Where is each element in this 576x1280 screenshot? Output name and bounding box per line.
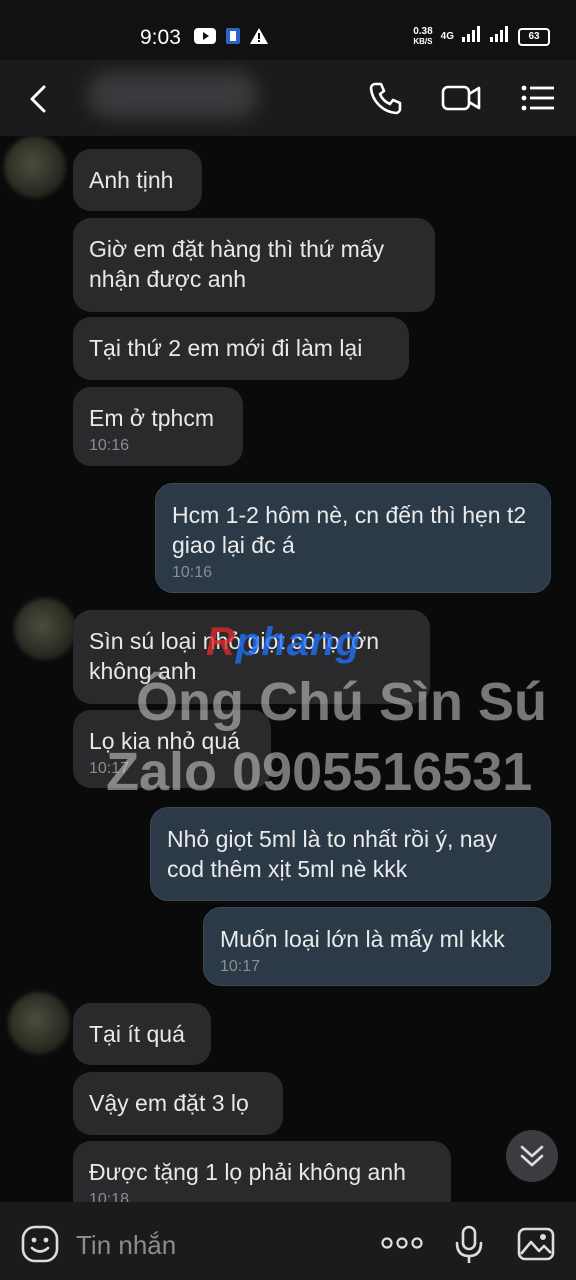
message-timestamp: 10:16 — [89, 437, 130, 454]
status-time: 9:03 — [140, 26, 181, 49]
signal-icon — [462, 26, 482, 47]
message-timestamp: 10:17 — [220, 958, 261, 975]
avatar[interactable] — [14, 598, 76, 660]
net-speed: 0.38 KB/S — [413, 25, 433, 47]
watermark-line-1: Ông Chú Sìn Sú — [136, 672, 547, 732]
message-input-bar — [0, 1202, 576, 1280]
message-bubble-incoming[interactable]: Giờ em đặt hàng thì thứ mấy nhận được an… — [73, 218, 435, 312]
message-bubble-outgoing[interactable]: Muốn loại lớn là mấy ml kkk 10:17 — [203, 907, 551, 986]
watermark-logo: Rphang — [206, 620, 361, 665]
phone-icon[interactable] — [366, 78, 406, 118]
more-dots-icon[interactable] — [380, 1236, 424, 1250]
status-bar: 9:03 0.38 KB/S 4G 63 — [0, 0, 576, 60]
chat-header — [0, 60, 576, 136]
message-timestamp: 10:18 — [89, 1191, 130, 1202]
net-speed-value: 0.38 — [413, 25, 433, 37]
image-icon[interactable] — [516, 1224, 556, 1264]
youtube-icon — [194, 28, 216, 49]
message-bubble-incoming[interactable]: Vậy em đặt 3 lọ — [73, 1072, 283, 1135]
message-bubble-incoming[interactable]: Tại thứ 2 em mới đi làm lại — [73, 317, 409, 380]
message-text: Muốn loại lớn là mấy ml kkk — [220, 926, 505, 952]
message-text: Tại thứ 2 em mới đi làm lại — [89, 335, 363, 361]
video-camera-icon[interactable] — [440, 78, 481, 118]
scroll-to-bottom-button[interactable] — [506, 1130, 558, 1182]
watermark-logo-r: R — [206, 620, 236, 664]
avatar[interactable] — [8, 992, 70, 1054]
avatar[interactable] — [4, 136, 66, 198]
message-input[interactable] — [74, 1224, 358, 1266]
message-text: Anh tịnh — [89, 167, 174, 193]
message-bubble-outgoing[interactable]: Hcm 1-2 hôm nè, cn đến thì hẹn t2 giao l… — [155, 483, 551, 593]
contact-name-blurred[interactable] — [88, 72, 258, 118]
signal-icon-2 — [490, 26, 510, 47]
message-timestamp: 10:16 — [172, 564, 213, 581]
message-text: Được tặng 1 lọ phải không anh — [89, 1159, 406, 1185]
message-text: Vậy em đặt 3 lọ — [89, 1090, 249, 1116]
message-list[interactable]: Anh tịnh Giờ em đặt hàng thì thứ mấy nhậ… — [0, 136, 576, 1202]
message-text: Nhỏ giọt 5ml là to nhất rồi ý, nay cod t… — [167, 826, 497, 882]
warning-icon — [250, 28, 268, 49]
microphone-icon[interactable] — [452, 1224, 486, 1266]
message-text: Tại ít quá — [89, 1021, 185, 1047]
message-bubble-incoming[interactable]: Em ở tphcm 10:16 — [73, 387, 243, 466]
chevron-double-down-icon — [520, 1145, 544, 1167]
message-bubble-outgoing[interactable]: Nhỏ giọt 5ml là to nhất rồi ý, nay cod t… — [150, 807, 551, 901]
message-text: Hcm 1-2 hôm nè, cn đến thì hẹn t2 giao l… — [172, 502, 527, 558]
message-bubble-incoming[interactable]: Tại ít quá — [73, 1003, 211, 1065]
list-menu-icon[interactable] — [518, 78, 558, 118]
message-bubble-incoming[interactable]: Anh tịnh — [73, 149, 202, 211]
back-arrow-icon[interactable] — [22, 82, 56, 116]
message-text: Em ở tphcm — [89, 405, 214, 431]
net-speed-unit: KB/S — [413, 36, 433, 46]
watermark-logo-text: phang — [235, 620, 361, 664]
app-notification-icon — [226, 28, 240, 49]
message-bubble-incoming[interactable]: Được tặng 1 lọ phải không anh 10:18 — [73, 1141, 451, 1202]
network-type: 4G — [440, 31, 454, 42]
battery-icon: 63 — [518, 27, 550, 46]
watermark-line-2: Zalo 0905516531 — [106, 742, 533, 802]
emoji-icon[interactable] — [20, 1224, 60, 1264]
message-text: Giờ em đặt hàng thì thứ mấy nhận được an… — [89, 236, 385, 292]
